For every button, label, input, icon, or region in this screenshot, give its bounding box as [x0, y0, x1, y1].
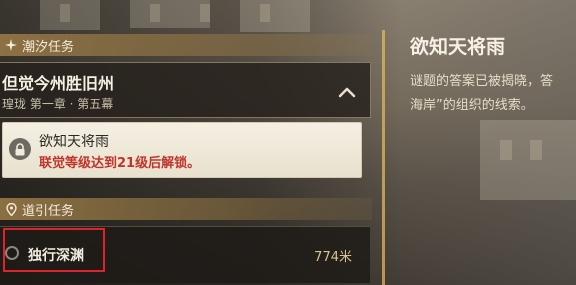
panel-divider — [382, 30, 385, 285]
guide-quest-name: 独行深渊 — [28, 248, 84, 264]
star-icon — [4, 38, 18, 52]
detail-desc-line: 海岸”的组织的线索。 — [410, 98, 534, 113]
locked-quest-name: 欲知天将雨 — [39, 134, 109, 150]
tide-quest-label: 潮汐任务 — [22, 39, 75, 55]
main-quest-chapter: 瑝珑 第一章 · 第五幕 — [2, 97, 114, 111]
chevron-up-icon[interactable] — [338, 83, 356, 98]
lock-icon — [9, 138, 31, 160]
main-quest-card[interactable]: 但觉今州胜旧州 瑝珑 第一章 · 第五幕 — [0, 62, 371, 118]
quest-distance: 774米 — [314, 250, 352, 265]
radio-circle-icon[interactable] — [5, 246, 19, 260]
guide-quest-header: 道引任务 — [0, 198, 372, 220]
tide-quest-header: 潮汐任务 — [0, 34, 372, 56]
guide-quest-item[interactable]: 独行深渊 774米 — [0, 226, 370, 283]
detail-desc-line: 谜题的答案已被揭晓，答 — [410, 74, 554, 89]
guide-quest-label: 道引任务 — [22, 203, 75, 219]
detail-description: 谜题的答案已被揭晓，答 海岸”的组织的线索。 — [410, 70, 576, 118]
locked-quest-card[interactable]: 欲知天将雨 联觉等级达到21级后解锁。 — [2, 122, 362, 178]
main-quest-title: 但觉今州胜旧州 — [2, 74, 115, 93]
detail-title: 欲知天将雨 — [410, 36, 506, 58]
unlock-requirement: 联觉等级达到21级后解锁。 — [39, 156, 201, 171]
location-pin-icon — [4, 202, 18, 216]
